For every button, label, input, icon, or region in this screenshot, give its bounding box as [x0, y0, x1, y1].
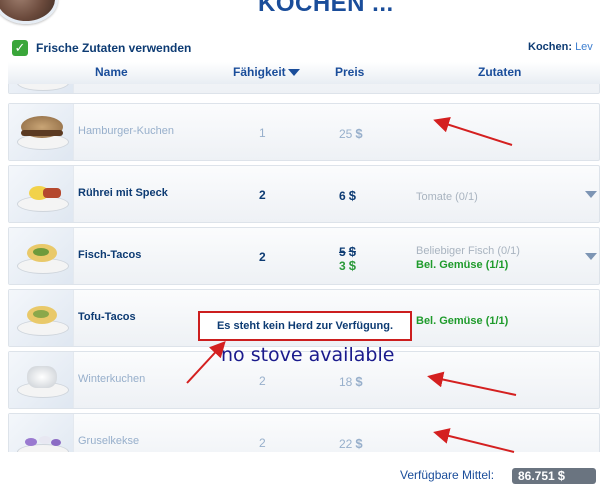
arrow-icon — [427, 371, 517, 396]
annotation-arrows — [186, 117, 517, 453]
arrow-icon — [433, 117, 513, 146]
arrow-icon — [186, 341, 226, 384]
funds-amount: 86.751 — [518, 469, 555, 483]
simoleon-icon: $ — [557, 468, 565, 483]
arrow-icon — [433, 428, 515, 453]
funds-value: 86.751 $ — [512, 468, 596, 484]
